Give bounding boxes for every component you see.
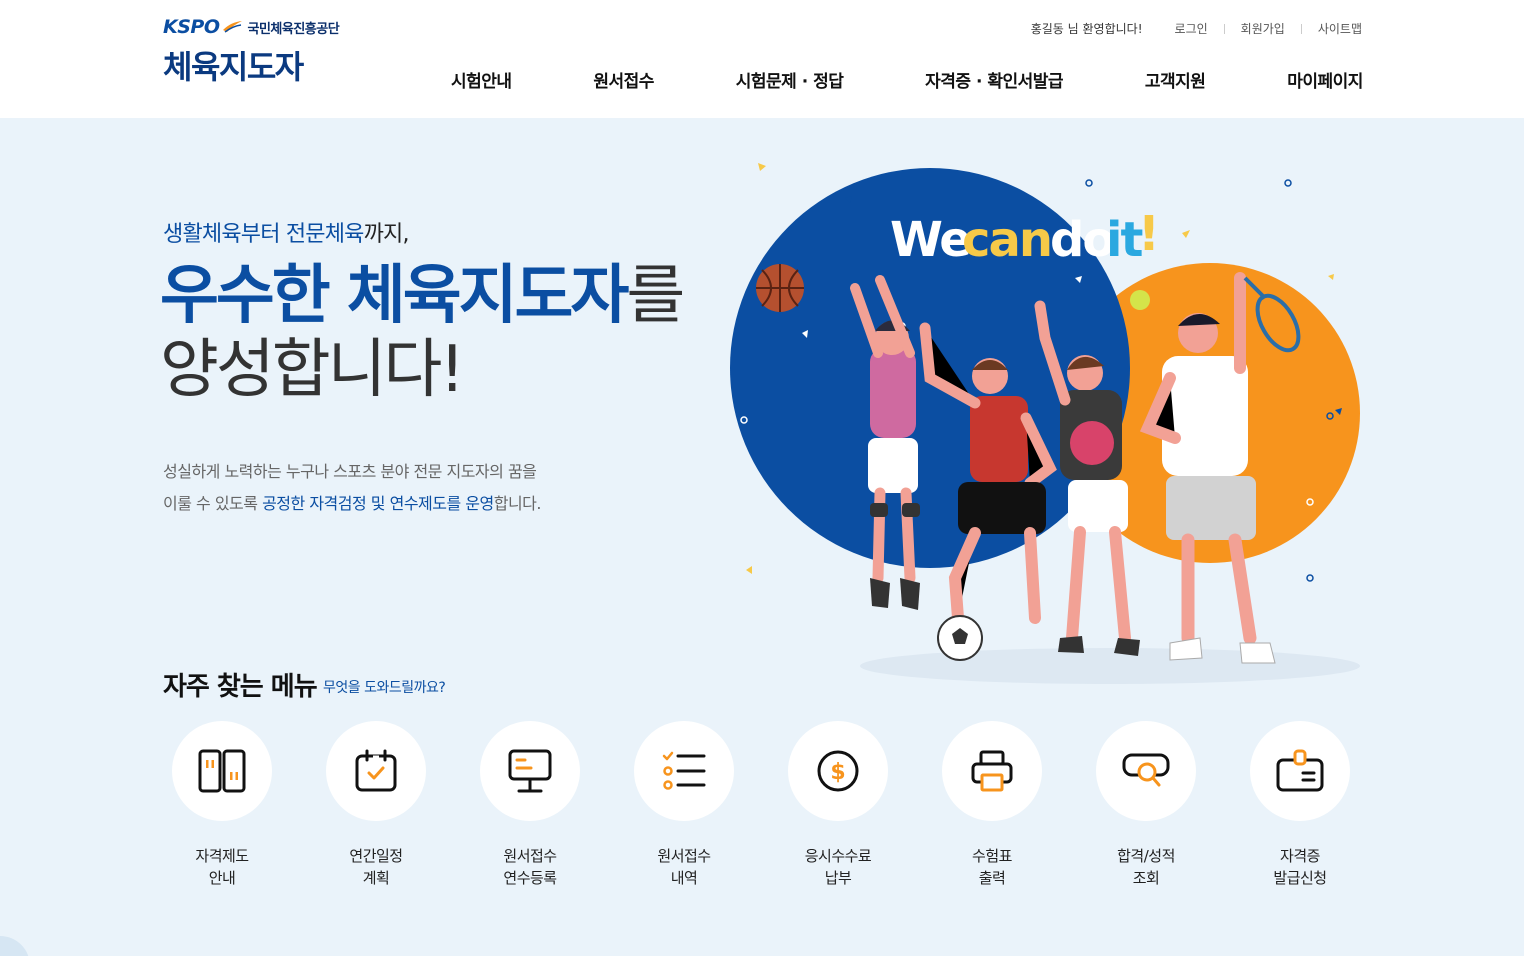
hero-desc-line1: 성실하게 노력하는 누구나 스포츠 분야 전문 지도자의 꿈을 (163, 462, 537, 481)
quick-menu-icon-circle (172, 721, 272, 821)
search-result-icon (1122, 753, 1170, 787)
label-line2: 계획 (362, 869, 390, 887)
hero-desc-highlight: 공정한 자격검정 및 연수제도를 운영 (262, 494, 494, 513)
checklist-icon (662, 751, 706, 790)
quick-menu-icon-circle (1096, 721, 1196, 821)
quick-menu-icon-circle (326, 721, 426, 821)
label-line2: 안내 (208, 869, 236, 887)
printer-icon (971, 750, 1013, 792)
quick-menu-item-application-training[interactable]: 원서접수연수등록 (480, 721, 580, 889)
label-line1: 자격제도 (195, 847, 249, 865)
site-header: KSPO 국민체육진흥공단 체육지도자 홍길동 님 환영합니다! 로그인 회원가… (0, 0, 1524, 118)
quick-menu-label: 응시수수료납부 (805, 845, 872, 889)
dollar-coin-icon: $ (817, 750, 859, 792)
svg-text:it: it (1106, 212, 1142, 268)
svg-text:do: do (1050, 212, 1113, 268)
label-line1: 합격/성적 (1117, 847, 1175, 865)
nav-support[interactable]: 고객지원 (1145, 67, 1206, 92)
quick-menu-subtitle: 무엇을 도와드릴까요? (323, 680, 446, 696)
quick-menu-list: 자격제도 안내 연간일정 계획 원서접수 연수등록 원서접수 내역 $ 응시수수… (172, 721, 1350, 889)
quick-menu-item-fee-payment[interactable]: $ 응시수수료납부 (788, 721, 888, 889)
quick-menu-icon-circle (480, 721, 580, 821)
logo-swoosh-icon (223, 21, 243, 33)
svg-text:can: can (962, 212, 1051, 268)
login-link[interactable]: 로그인 (1175, 20, 1208, 37)
nav-application[interactable]: 원서접수 (593, 67, 654, 92)
hero-desc-line2: 이룰 수 있도록 공정한 자격검정 및 연수제도를 운영합니다. (163, 488, 541, 520)
label-line1: 원서접수 (657, 847, 711, 865)
utility-menu: 홍길동 님 환영합니다! 로그인 회원가입 사이트맵 (1031, 20, 1362, 37)
quick-menu-label: 자격증발급신청 (1273, 845, 1327, 889)
divider (1223, 23, 1225, 34)
site-title: 체육지도자 (163, 48, 304, 86)
label-line2: 내역 (670, 869, 698, 887)
calendar-check-icon (355, 749, 397, 792)
quick-menu-label: 원서접수내역 (657, 845, 711, 889)
hero-title-line2: 양성합니다! (160, 333, 465, 407)
signup-link[interactable]: 회원가입 (1241, 20, 1285, 37)
quick-menu-icon-circle (1250, 721, 1350, 821)
label-line2: 발급신청 (1273, 869, 1327, 887)
svg-text:$: $ (830, 760, 845, 785)
label-line1: 응시수수료 (804, 847, 872, 865)
hero-description: 성실하게 노력하는 누구나 스포츠 분야 전문 지도자의 꿈을 이룰 수 있도록… (163, 456, 541, 520)
label-line2: 조회 (1132, 869, 1160, 887)
main-navigation: 시험안내 원서접수 시험문제 · 정답 자격증 · 확인서발급 고객지원 마이페… (451, 67, 1363, 92)
quick-menu-icon-circle: $ (788, 721, 888, 821)
quick-menu-item-certification-guide[interactable]: 자격제도안내 (172, 721, 272, 889)
nav-certificate[interactable]: 자격증 · 확인서발급 (925, 67, 1063, 92)
quick-menu-item-admission-ticket[interactable]: 수험표출력 (942, 721, 1042, 889)
label-line2: 납부 (824, 869, 852, 887)
label-line2: 연수등록 (503, 869, 557, 887)
athletes-illustration: We can do it ! (730, 163, 1360, 684)
quick-menu-title: 자주 찾는 메뉴 (163, 672, 318, 702)
svg-text:!: ! (1138, 206, 1160, 262)
hero-title: 우수한 체육지도자를 (160, 258, 685, 335)
welcome-message: 홍길동 님 환영합니다! (1030, 22, 1143, 36)
main-visual: 생활체육부터 전문체육까지, 우수한 체육지도자를 양성합니다! 성실하게 노력… (0, 118, 1524, 956)
quick-menu-label: 합격/성적조회 (1117, 845, 1175, 889)
hero-desc-text: 합니다. (493, 494, 542, 513)
quick-menu-item-annual-schedule[interactable]: 연간일정계획 (326, 721, 426, 889)
label-line1: 원서접수 (503, 847, 557, 865)
hero-title-strong: 우수한 체육지도자 (160, 259, 629, 333)
quick-menu-label: 원서접수연수등록 (503, 845, 557, 889)
label-line1: 자격증 (1280, 847, 1320, 865)
hero-subtitle-strong: 생활체육부터 전문체육 (163, 222, 364, 247)
hero-desc-text: 이룰 수 있도록 (163, 494, 263, 513)
nav-mypage[interactable]: 마이페이지 (1287, 67, 1363, 92)
monitor-icon (508, 749, 552, 793)
nav-exam-guide[interactable]: 시험안내 (451, 67, 512, 92)
quick-menu-label: 자격제도안내 (195, 845, 249, 889)
hero-title-particle: 를 (626, 259, 685, 333)
site-logo[interactable]: KSPO 국민체육진흥공단 체육지도자 (163, 16, 340, 88)
id-card-icon (1276, 749, 1324, 792)
logo-org-name: 국민체육진흥공단 (247, 21, 340, 37)
logo-top: KSPO 국민체육진흥공단 (163, 16, 340, 38)
quick-menu-icon-circle (942, 721, 1042, 821)
quick-menu-item-certificate-issue[interactable]: 자격증발급신청 (1250, 721, 1350, 889)
decorative-shape (0, 936, 30, 956)
label-line1: 수험표 (972, 847, 1012, 865)
logo-brand: KSPO (163, 16, 220, 38)
divider (1300, 23, 1302, 34)
label-line1: 연간일정 (349, 847, 403, 865)
quick-menu-icon-circle (634, 721, 734, 821)
document-panels-icon (198, 749, 246, 793)
label-line2: 출력 (978, 869, 1006, 887)
sitemap-link[interactable]: 사이트맵 (1318, 20, 1362, 37)
svg-text:We: We (890, 212, 970, 268)
quick-menu-label: 연간일정계획 (349, 845, 403, 889)
hero-subtitle-tail: 까지, (363, 222, 410, 247)
quick-menu-label: 수험표출력 (972, 845, 1012, 889)
quick-menu-item-application-history[interactable]: 원서접수내역 (634, 721, 734, 889)
quick-menu-item-results-lookup[interactable]: 합격/성적조회 (1096, 721, 1196, 889)
nav-exam-answers[interactable]: 시험문제 · 정답 (736, 67, 844, 92)
hero-subtitle: 생활체육부터 전문체육까지, (163, 216, 409, 248)
